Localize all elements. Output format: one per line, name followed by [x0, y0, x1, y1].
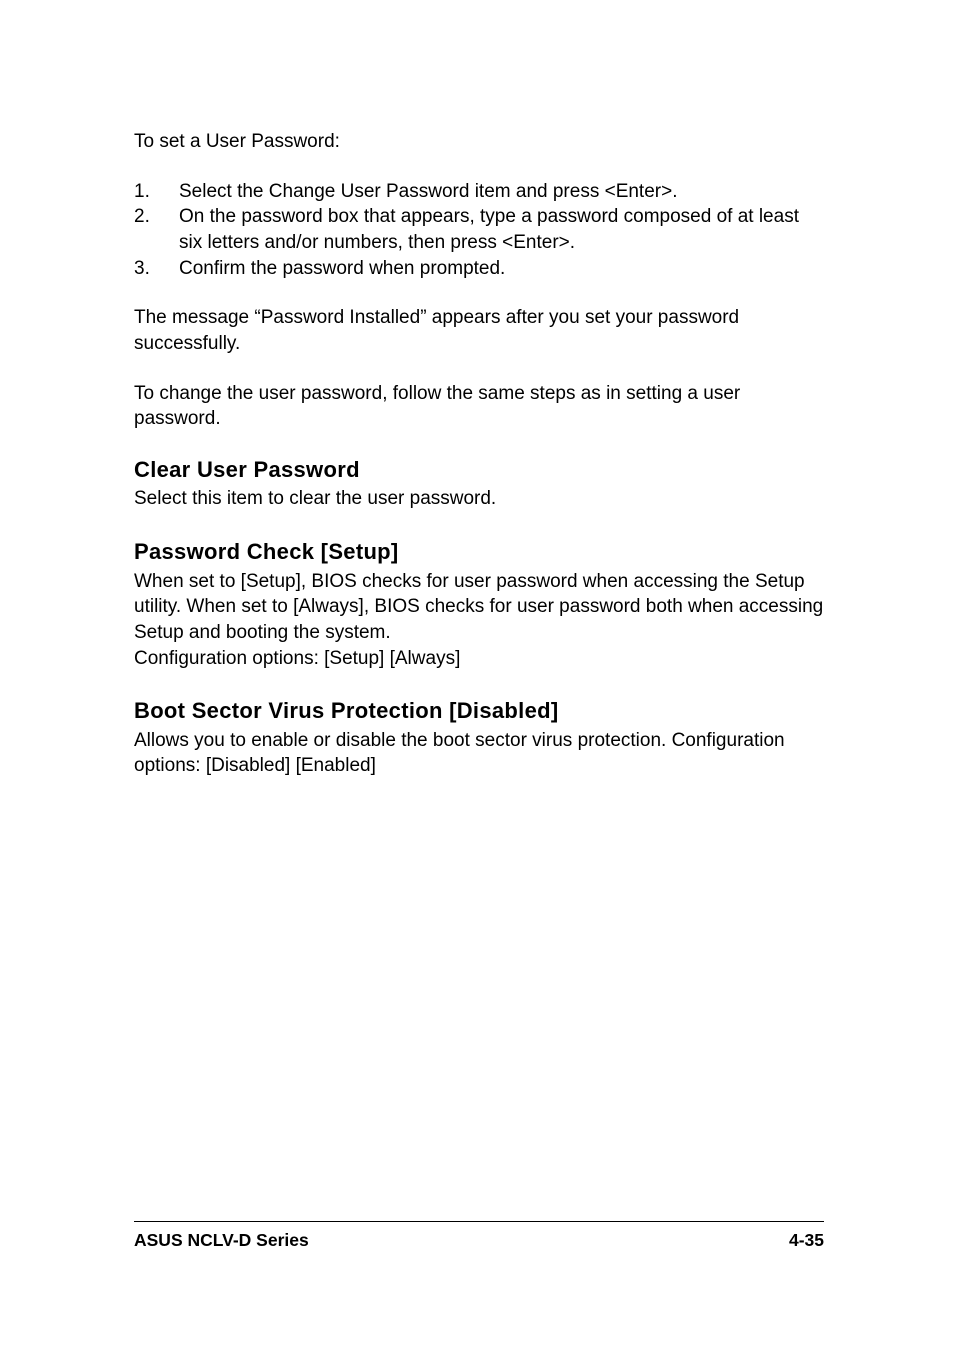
- list-text: On the password box that appears, type a…: [179, 204, 824, 255]
- paragraph: The message “Password Installed” appears…: [134, 305, 824, 356]
- section-body: When set to [Setup], BIOS checks for use…: [134, 569, 824, 672]
- list-number: 2.: [134, 204, 179, 255]
- numbered-list: 1. Select the Change User Password item …: [134, 179, 824, 282]
- list-item: 3. Confirm the password when prompted.: [134, 256, 824, 282]
- section-heading-password-check: Password Check [Setup]: [134, 538, 824, 567]
- list-item: 2. On the password box that appears, typ…: [134, 204, 824, 255]
- page-content: To set a User Password: 1. Select the Ch…: [0, 0, 954, 779]
- section-body: Select this item to clear the user passw…: [134, 486, 824, 512]
- page-footer: ASUS NCLV-D Series 4-35: [134, 1221, 824, 1251]
- list-text: Confirm the password when prompted.: [179, 256, 824, 282]
- section-heading-clear-password: Clear User Password: [134, 456, 824, 485]
- section-body: Allows you to enable or disable the boot…: [134, 728, 824, 779]
- list-number: 1.: [134, 179, 179, 205]
- footer-page-number: 4-35: [789, 1230, 824, 1251]
- section-heading-boot-sector: Boot Sector Virus Protection [Disabled]: [134, 697, 824, 726]
- list-text: Select the Change User Password item and…: [179, 179, 824, 205]
- intro-text: To set a User Password:: [134, 130, 824, 155]
- list-number: 3.: [134, 256, 179, 282]
- footer-row: ASUS NCLV-D Series 4-35: [134, 1230, 824, 1251]
- list-item: 1. Select the Change User Password item …: [134, 179, 824, 205]
- footer-left-text: ASUS NCLV-D Series: [134, 1230, 309, 1251]
- footer-divider: [134, 1221, 824, 1222]
- paragraph: To change the user password, follow the …: [134, 381, 824, 432]
